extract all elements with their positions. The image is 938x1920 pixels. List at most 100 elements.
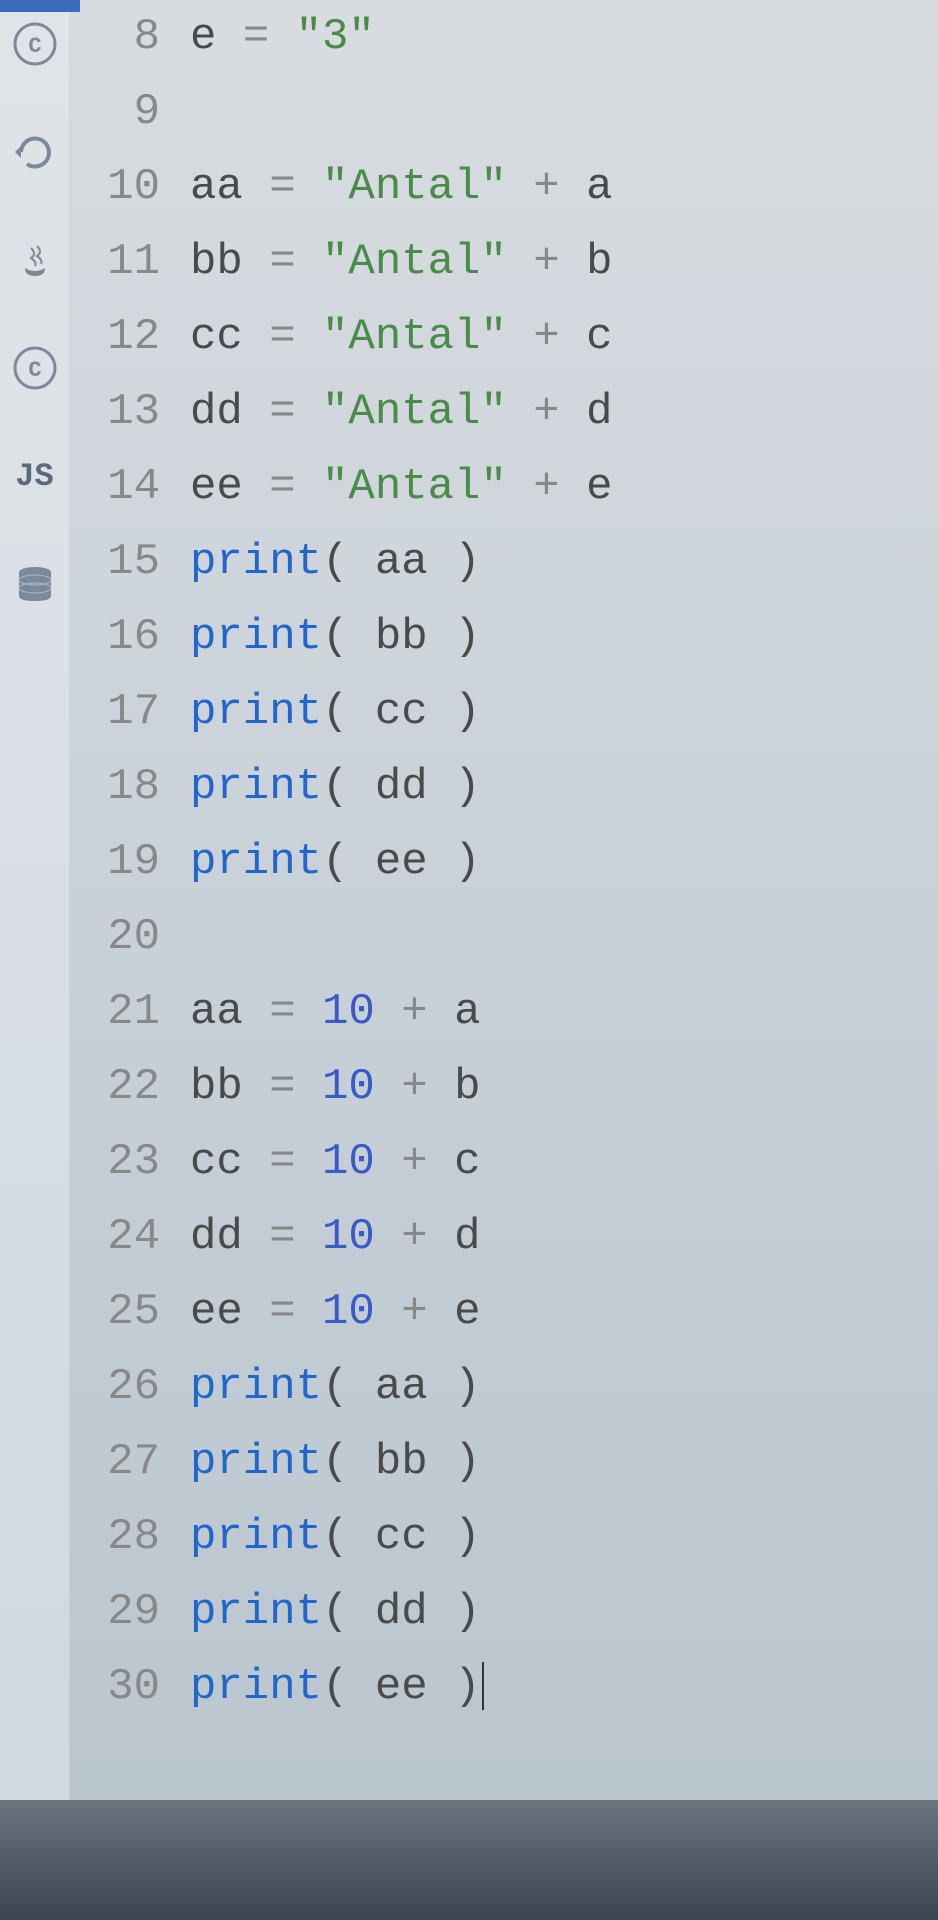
- java-icon[interactable]: [11, 236, 59, 284]
- token-sp: [428, 687, 454, 737]
- token-sp: [348, 1362, 374, 1412]
- code-line[interactable]: print( aa ): [190, 1350, 938, 1425]
- code-line[interactable]: [190, 900, 938, 975]
- code-line[interactable]: print( bb ): [190, 1425, 938, 1500]
- token-sp: [243, 987, 269, 1037]
- token-var: ee: [190, 462, 243, 512]
- code-line[interactable]: ee = "Antal" + e: [190, 450, 938, 525]
- top-accent-strip: [0, 0, 80, 12]
- line-number: 27: [70, 1425, 160, 1500]
- token-var: d: [454, 1212, 480, 1262]
- token-func: print: [190, 1512, 322, 1562]
- token-var: bb: [190, 1062, 243, 1112]
- code-line[interactable]: bb = 10 + b: [190, 1050, 938, 1125]
- token-sp: [428, 1212, 454, 1262]
- token-func: print: [190, 612, 322, 662]
- token-var: dd: [375, 1587, 428, 1637]
- token-num: 10: [322, 1212, 375, 1262]
- token-sp: [560, 162, 586, 212]
- token-var: bb: [375, 1437, 428, 1487]
- token-sp: [296, 237, 322, 287]
- c-alt-icon[interactable]: C: [11, 344, 59, 392]
- code-line[interactable]: print( dd ): [190, 1575, 938, 1650]
- token-sp: [428, 837, 454, 887]
- token-sp: [348, 762, 374, 812]
- token-var: dd: [375, 762, 428, 812]
- token-sp: [296, 162, 322, 212]
- database-icon[interactable]: [11, 560, 59, 608]
- token-num: 10: [322, 987, 375, 1037]
- token-paren: ): [454, 1437, 480, 1487]
- token-sp: [296, 1287, 322, 1337]
- code-line[interactable]: print( aa ): [190, 525, 938, 600]
- code-line[interactable]: print( ee ): [190, 1650, 938, 1725]
- token-sp: [560, 462, 586, 512]
- token-var: aa: [190, 987, 243, 1037]
- text-cursor: [482, 1662, 484, 1710]
- code-line[interactable]: [190, 75, 938, 150]
- token-sp: [243, 1212, 269, 1262]
- line-number: 14: [70, 450, 160, 525]
- token-func: print: [190, 762, 322, 812]
- code-line[interactable]: dd = "Antal" + d: [190, 375, 938, 450]
- token-str: "Antal": [322, 237, 507, 287]
- token-sp: [348, 687, 374, 737]
- token-op: =: [269, 987, 295, 1037]
- token-sp: [428, 1137, 454, 1187]
- code-line[interactable]: dd = 10 + d: [190, 1200, 938, 1275]
- line-number: 30: [70, 1650, 160, 1725]
- token-sp: [243, 312, 269, 362]
- c-refresh-icon[interactable]: [11, 128, 59, 176]
- token-num: 10: [322, 1062, 375, 1112]
- code-line[interactable]: cc = "Antal" + c: [190, 300, 938, 375]
- token-op: =: [269, 462, 295, 512]
- token-sp: [428, 987, 454, 1037]
- svg-text:C: C: [28, 34, 41, 59]
- code-editor[interactable]: 8910111213141516171819202122232425262728…: [70, 0, 938, 1920]
- token-op: +: [401, 987, 427, 1037]
- token-paren: (: [322, 1587, 348, 1637]
- code-line[interactable]: aa = "Antal" + a: [190, 150, 938, 225]
- code-text-area[interactable]: e = "3"aa = "Antal" + abb = "Antal" + bc…: [190, 0, 938, 1920]
- token-op: =: [269, 312, 295, 362]
- code-line[interactable]: print( cc ): [190, 675, 938, 750]
- code-line[interactable]: print( cc ): [190, 1500, 938, 1575]
- token-sp: [296, 312, 322, 362]
- token-sp: [348, 612, 374, 662]
- line-number: 8: [70, 0, 160, 75]
- code-line[interactable]: bb = "Antal" + b: [190, 225, 938, 300]
- token-paren: (: [322, 1362, 348, 1412]
- line-number: 21: [70, 975, 160, 1050]
- c-language-icon[interactable]: C: [11, 20, 59, 68]
- code-line[interactable]: aa = 10 + a: [190, 975, 938, 1050]
- token-sp: [348, 1512, 374, 1562]
- token-op: +: [401, 1212, 427, 1262]
- token-var: c: [454, 1137, 480, 1187]
- token-var: a: [586, 162, 612, 212]
- token-op: +: [401, 1137, 427, 1187]
- code-line[interactable]: print( ee ): [190, 825, 938, 900]
- token-func: print: [190, 837, 322, 887]
- js-language-icon[interactable]: JS: [11, 452, 59, 500]
- line-number: 10: [70, 150, 160, 225]
- code-line[interactable]: e = "3": [190, 0, 938, 75]
- token-str: "Antal": [322, 387, 507, 437]
- token-op: =: [269, 1062, 295, 1112]
- token-var: aa: [375, 537, 428, 587]
- token-sp: [375, 1287, 401, 1337]
- code-line[interactable]: print( bb ): [190, 600, 938, 675]
- token-paren: ): [454, 837, 480, 887]
- token-var: e: [190, 12, 216, 62]
- token-sp: [428, 612, 454, 662]
- token-sp: [560, 387, 586, 437]
- code-line[interactable]: cc = 10 + c: [190, 1125, 938, 1200]
- token-var: b: [586, 237, 612, 287]
- token-var: cc: [190, 312, 243, 362]
- token-paren: (: [322, 1437, 348, 1487]
- code-line[interactable]: print( dd ): [190, 750, 938, 825]
- token-sp: [243, 1287, 269, 1337]
- token-num: 10: [322, 1287, 375, 1337]
- code-line[interactable]: ee = 10 + e: [190, 1275, 938, 1350]
- token-var: ee: [375, 837, 428, 887]
- token-sp: [243, 1062, 269, 1112]
